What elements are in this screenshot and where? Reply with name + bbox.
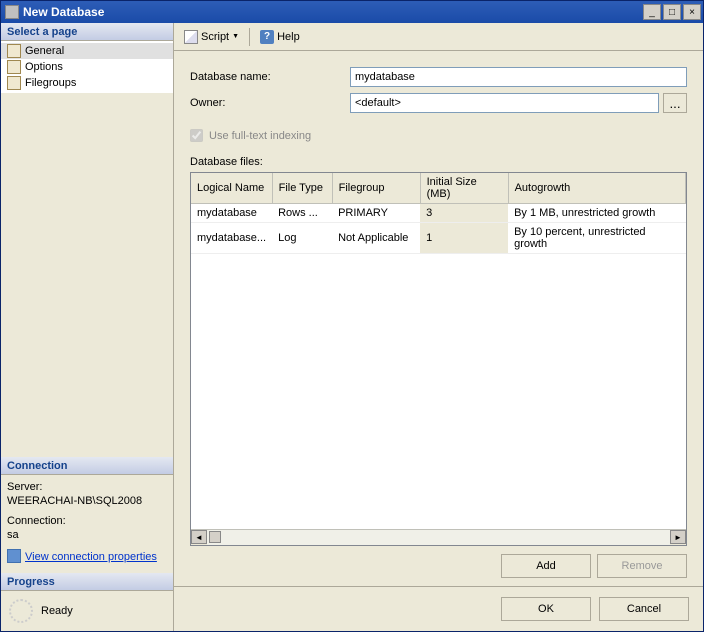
cell-initial-size[interactable]: 1 bbox=[420, 223, 508, 254]
db-name-input[interactable] bbox=[350, 67, 687, 87]
select-page-header: Select a page bbox=[1, 23, 173, 41]
sidebar: Select a page General Options Filegroups… bbox=[1, 23, 174, 631]
table-row[interactable]: mydatabase Rows ... PRIMARY 3 By 1 MB, u… bbox=[191, 204, 686, 223]
database-files-table: Logical Name File Type Filegroup Initial… bbox=[190, 172, 687, 546]
sidebar-item-label: Filegroups bbox=[25, 77, 76, 89]
cell-logical-name[interactable]: mydatabase bbox=[191, 204, 272, 223]
titlebar: New Database _ □ × bbox=[1, 1, 703, 23]
sidebar-item-general[interactable]: General bbox=[1, 43, 173, 59]
progress-panel: Ready bbox=[1, 591, 173, 631]
server-label: Server: bbox=[7, 481, 167, 493]
connection-panel: Server: WEERACHAI-NB\SQL2008 Connection:… bbox=[1, 475, 173, 573]
owner-browse-button[interactable]: ... bbox=[663, 93, 687, 113]
scroll-left-button[interactable]: ◄ bbox=[191, 530, 207, 544]
help-button[interactable]: ? Help bbox=[256, 28, 304, 46]
new-database-window: New Database _ □ × Select a page General… bbox=[0, 0, 704, 632]
fulltext-checkbox bbox=[190, 129, 203, 142]
cell-file-type[interactable]: Log bbox=[272, 223, 332, 254]
chevron-down-icon: ▼ bbox=[232, 33, 239, 40]
window-title: New Database bbox=[23, 5, 104, 19]
files-label: Database files: bbox=[190, 156, 687, 168]
owner-label: Owner: bbox=[190, 97, 350, 109]
content-area: Script ▼ ? Help Database name: Owner: .. bbox=[174, 23, 703, 631]
close-button[interactable]: × bbox=[683, 4, 701, 20]
col-filegroup[interactable]: Filegroup bbox=[332, 173, 420, 204]
script-icon bbox=[184, 30, 198, 44]
minimize-button[interactable]: _ bbox=[643, 4, 661, 20]
connection-value: sa bbox=[7, 529, 167, 541]
cell-autogrowth[interactable]: By 10 percent, unrestricted growth bbox=[508, 223, 685, 254]
app-icon bbox=[5, 5, 19, 19]
properties-icon bbox=[7, 549, 21, 563]
cell-autogrowth[interactable]: By 1 MB, unrestricted growth bbox=[508, 204, 685, 223]
main-form: Database name: Owner: ... Use full-text … bbox=[174, 51, 703, 586]
toolbar-label: Help bbox=[277, 31, 300, 43]
page-icon bbox=[7, 44, 21, 58]
maximize-button[interactable]: □ bbox=[663, 4, 681, 20]
cell-file-type[interactable]: Rows ... bbox=[272, 204, 332, 223]
db-name-label: Database name: bbox=[190, 71, 350, 83]
server-value: WEERACHAI-NB\SQL2008 bbox=[7, 495, 167, 507]
separator bbox=[249, 28, 250, 46]
page-icon bbox=[7, 60, 21, 74]
owner-input[interactable] bbox=[350, 93, 659, 113]
dialog-footer: OK Cancel bbox=[174, 586, 703, 631]
fulltext-label: Use full-text indexing bbox=[209, 130, 311, 142]
sidebar-item-label: General bbox=[25, 45, 64, 57]
col-initial-size[interactable]: Initial Size (MB) bbox=[420, 173, 508, 204]
cancel-button[interactable]: Cancel bbox=[599, 597, 689, 621]
spinner-icon bbox=[9, 599, 33, 623]
view-connection-properties-link[interactable]: View connection properties bbox=[7, 549, 167, 565]
link-label: View connection properties bbox=[25, 551, 157, 563]
col-logical-name[interactable]: Logical Name bbox=[191, 173, 272, 204]
cell-logical-name[interactable]: mydatabase... bbox=[191, 223, 272, 254]
col-autogrowth[interactable]: Autogrowth bbox=[508, 173, 685, 204]
cell-filegroup[interactable]: PRIMARY bbox=[332, 204, 420, 223]
col-file-type[interactable]: File Type bbox=[272, 173, 332, 204]
scroll-thumb[interactable] bbox=[209, 531, 221, 543]
ok-button[interactable]: OK bbox=[501, 597, 591, 621]
remove-button: Remove bbox=[597, 554, 687, 578]
scroll-right-button[interactable]: ► bbox=[670, 530, 686, 544]
sidebar-item-filegroups[interactable]: Filegroups bbox=[1, 75, 173, 91]
sidebar-item-label: Options bbox=[25, 61, 63, 73]
add-button[interactable]: Add bbox=[501, 554, 591, 578]
connection-header: Connection bbox=[1, 457, 173, 475]
progress-header: Progress bbox=[1, 573, 173, 591]
table-row[interactable]: mydatabase... Log Not Applicable 1 By 10… bbox=[191, 223, 686, 254]
sidebar-item-options[interactable]: Options bbox=[1, 59, 173, 75]
connection-label: Connection: bbox=[7, 515, 167, 527]
script-button[interactable]: Script ▼ bbox=[180, 28, 243, 46]
progress-status: Ready bbox=[41, 605, 73, 617]
page-list: General Options Filegroups bbox=[1, 41, 173, 93]
cell-filegroup[interactable]: Not Applicable bbox=[332, 223, 420, 254]
toolbar-label: Script bbox=[201, 31, 229, 43]
cell-initial-size[interactable]: 3 bbox=[420, 204, 508, 223]
toolbar: Script ▼ ? Help bbox=[174, 23, 703, 51]
horizontal-scrollbar[interactable]: ◄ ► bbox=[191, 529, 686, 545]
page-icon bbox=[7, 76, 21, 90]
help-icon: ? bbox=[260, 30, 274, 44]
